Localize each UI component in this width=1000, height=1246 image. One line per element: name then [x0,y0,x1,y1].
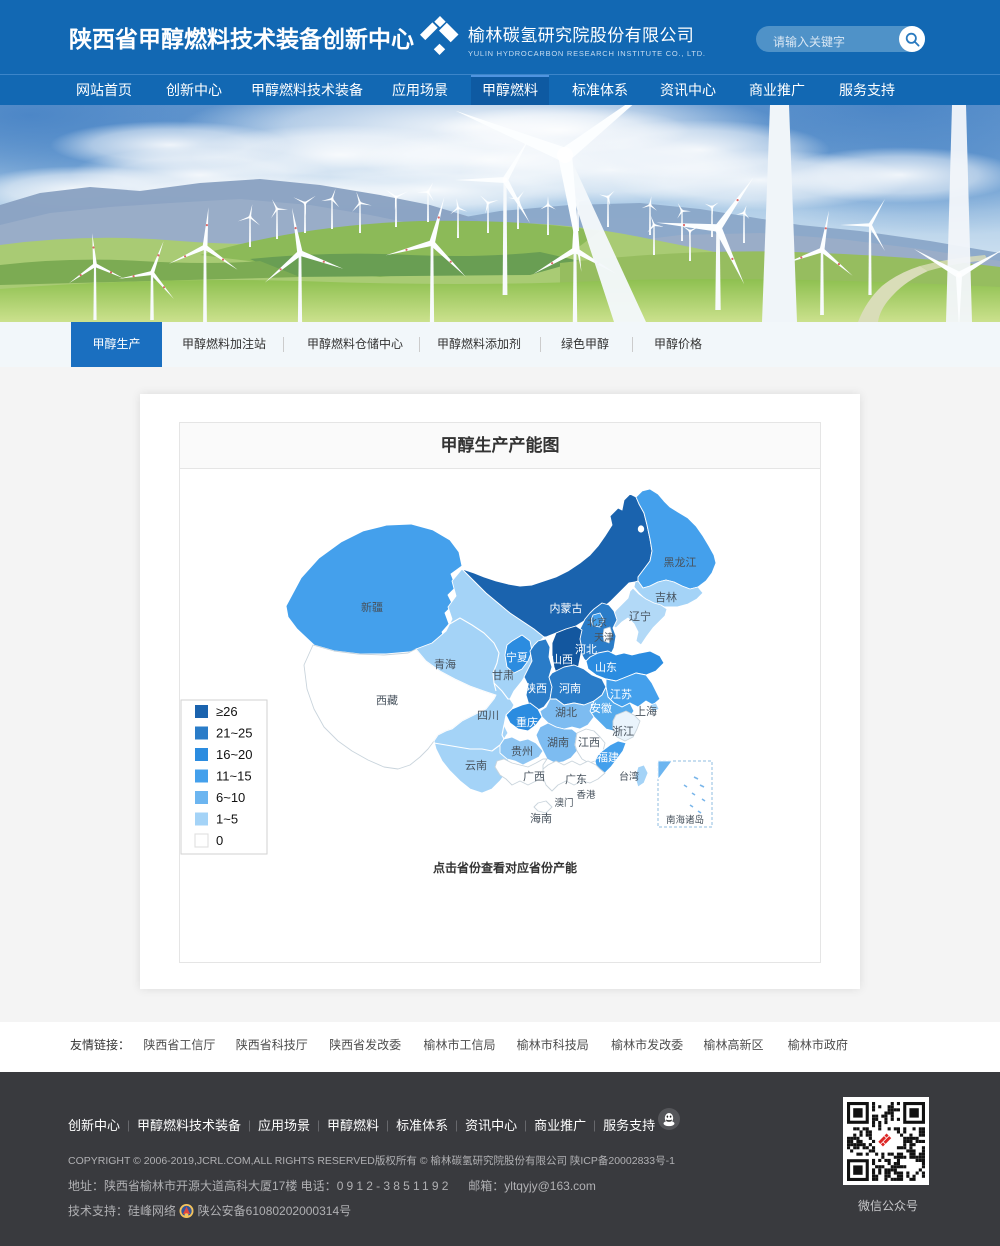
svg-text:6~10: 6~10 [216,790,245,805]
svg-text:海南: 海南 [530,811,552,825]
svg-text:广东: 广东 [565,773,587,786]
svg-text:甘肃: 甘肃 [492,669,514,682]
svg-text:11~15: 11~15 [216,769,252,784]
svg-text:16~20: 16~20 [216,747,253,762]
svg-text:北京: 北京 [587,616,607,629]
svg-text:天津: 天津 [594,632,614,644]
svg-text:江苏: 江苏 [610,688,632,701]
svg-text:山东: 山东 [595,661,617,674]
svg-text:贵州: 贵州 [511,745,533,758]
svg-text:≥26: ≥26 [216,704,238,719]
svg-text:湖南: 湖南 [547,736,569,749]
svg-text:山西: 山西 [551,653,573,666]
svg-text:陕西: 陕西 [525,681,547,695]
svg-text:澳门: 澳门 [554,797,573,809]
svg-text:辽宁: 辽宁 [629,609,651,623]
svg-text:新疆: 新疆 [361,600,383,614]
svg-text:青海: 青海 [434,657,456,671]
svg-text:福建: 福建 [597,750,619,764]
svg-text:湖北: 湖北 [555,706,577,719]
svg-text:台湾: 台湾 [619,770,639,783]
svg-text:云南: 云南 [465,759,487,772]
svg-text:广西: 广西 [523,770,545,783]
svg-text:重庆: 重庆 [516,715,538,729]
svg-text:0: 0 [216,833,223,848]
svg-text:河北: 河北 [575,643,597,656]
svg-text:浙江: 浙江 [612,725,634,738]
svg-text:1~5: 1~5 [216,812,238,827]
svg-text:南海诸岛: 南海诸岛 [666,814,704,826]
svg-text:河南: 河南 [559,682,581,695]
svg-text:香港: 香港 [576,789,596,801]
svg-text:宁夏: 宁夏 [506,650,528,664]
svg-text:21~25: 21~25 [216,726,253,741]
svg-text:四川: 四川 [477,710,499,722]
svg-text:内蒙古: 内蒙古 [550,601,583,615]
svg-text:黑龙江: 黑龙江 [664,556,697,569]
svg-text:安徽: 安徽 [590,701,612,715]
svg-text:吉林: 吉林 [655,590,677,604]
svg-text:点击省份查看对应省份产能: 点击省份查看对应省份产能 [433,860,577,875]
svg-text:江西: 江西 [578,736,600,749]
svg-text:上海: 上海 [635,704,657,718]
svg-text:西藏: 西藏 [376,694,398,707]
